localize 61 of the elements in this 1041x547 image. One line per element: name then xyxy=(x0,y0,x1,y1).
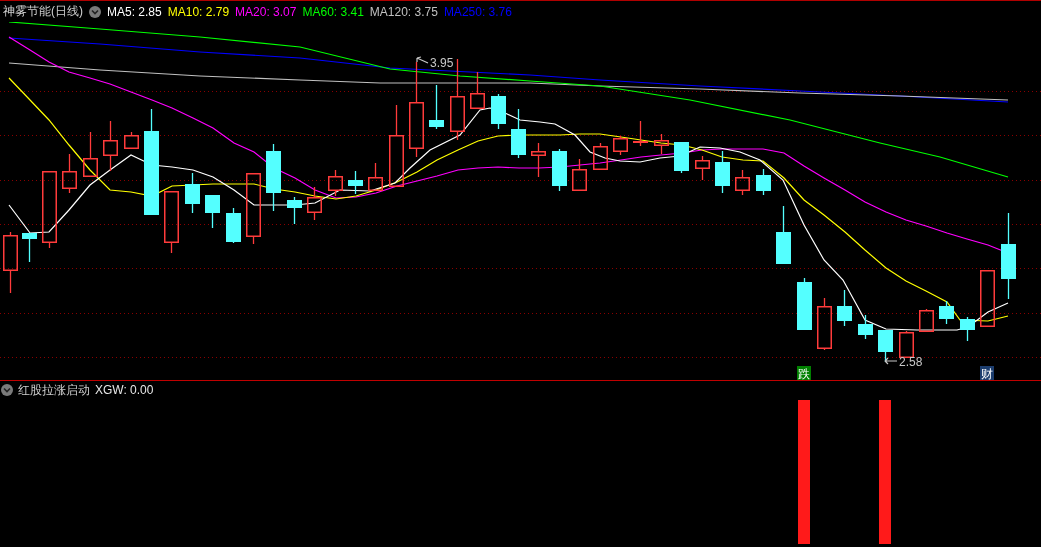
down-candle xyxy=(185,172,200,214)
stock-title: 神雾节能(日线) xyxy=(3,3,83,20)
chevron-icon[interactable] xyxy=(1,384,13,396)
up-candle xyxy=(735,169,750,196)
up-candle xyxy=(593,142,608,170)
indicator-label: MA20: 3.07 xyxy=(235,4,297,19)
price-label: 3.95 xyxy=(430,56,454,70)
up-candle xyxy=(83,131,98,177)
down-candle xyxy=(858,314,873,340)
up-candle xyxy=(328,169,343,197)
indicator-reading: XGW: 0.00 xyxy=(95,383,154,397)
up-candle xyxy=(164,191,179,254)
down-candle xyxy=(837,289,852,327)
down-candle xyxy=(266,143,281,212)
down-candle xyxy=(878,330,893,363)
indicator-label: MA5: 2.85 xyxy=(107,4,162,19)
up-candle xyxy=(633,120,648,147)
down-candle xyxy=(491,93,506,130)
down-candle xyxy=(429,84,444,130)
down-candle xyxy=(226,207,241,244)
up-candle xyxy=(817,297,832,351)
indicator-label: MA250: 3.76 xyxy=(443,4,512,19)
event-marker: 财 xyxy=(980,366,994,380)
up-candle xyxy=(103,120,118,172)
down-candle xyxy=(552,148,567,192)
up-candle xyxy=(919,308,934,332)
indicator-label: MA60: 3.41 xyxy=(302,4,364,19)
down-candle xyxy=(674,142,689,174)
leader-arrow xyxy=(884,357,898,365)
up-candle xyxy=(470,71,485,109)
indicator-label: MA10: 2.79 xyxy=(167,4,230,19)
down-candle xyxy=(205,195,220,229)
up-candle xyxy=(899,330,914,358)
down-candle xyxy=(776,205,791,264)
down-candle xyxy=(960,316,975,342)
up-candle xyxy=(695,155,710,181)
up-candle xyxy=(3,231,18,294)
down-candle xyxy=(715,150,730,194)
up-candle xyxy=(531,142,546,178)
up-candle xyxy=(613,135,628,156)
down-candle xyxy=(756,168,771,196)
up-candle xyxy=(62,153,77,194)
down-candle xyxy=(287,196,302,225)
down-candle xyxy=(511,108,526,159)
up-candle xyxy=(572,158,587,191)
indicator-label: MA120: 3.75 xyxy=(369,4,438,19)
up-candle xyxy=(980,270,995,327)
indicator-title: 红股拉涨启动 xyxy=(18,381,90,399)
down-candle xyxy=(348,170,363,195)
down-candle xyxy=(939,300,954,325)
up-candle xyxy=(246,173,261,245)
up-candle xyxy=(307,186,322,221)
up-candle xyxy=(124,131,139,149)
up-candle xyxy=(654,133,669,155)
price-label: 2.58 xyxy=(899,355,923,369)
up-candle xyxy=(368,162,383,191)
chevron-icon[interactable] xyxy=(89,5,101,18)
event-marker: 跌 xyxy=(797,366,811,380)
down-candle xyxy=(797,277,812,330)
down-candle xyxy=(22,233,37,263)
leader-arrow xyxy=(416,56,429,64)
